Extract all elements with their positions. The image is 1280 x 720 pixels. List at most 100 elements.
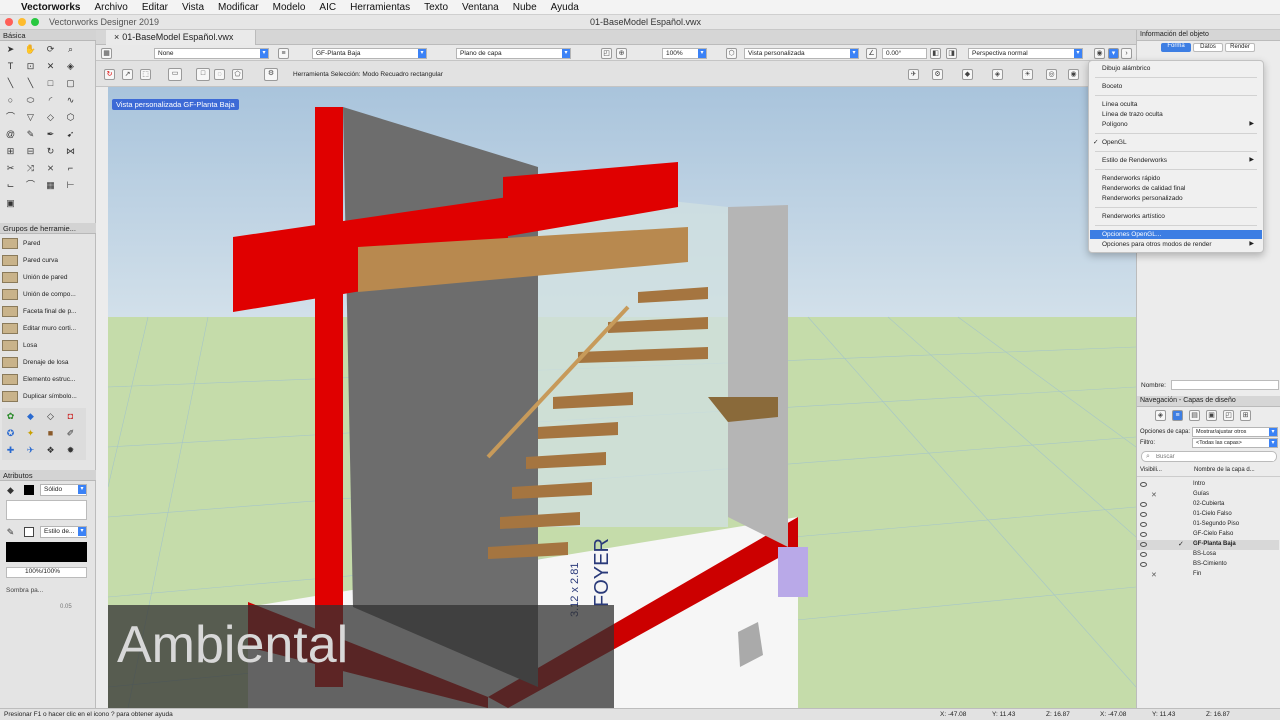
render-dropdown-icon[interactable]: ◉ xyxy=(1094,48,1105,59)
landscape-icon[interactable]: ✪ xyxy=(4,427,17,440)
rotate-mode-icon[interactable]: ↻ xyxy=(104,69,115,80)
menu-ventana[interactable]: Ventana xyxy=(455,2,506,13)
regular-polygon-tool-icon[interactable]: ⬡ xyxy=(64,111,77,124)
layers-tab-icon[interactable]: ≡ xyxy=(1172,410,1183,421)
lasso-icon[interactable]: ◌ xyxy=(214,69,225,80)
zoom-tool-icon[interactable]: ⌕ xyxy=(64,43,77,56)
double-line-tool-icon[interactable]: ╲ xyxy=(24,77,37,90)
tool-pared[interactable]: Pared xyxy=(2,235,88,251)
flyover-tool-icon[interactable]: ⟳ xyxy=(44,43,57,56)
render-dropdown-arrow-icon[interactable]: ▾ xyxy=(1108,48,1119,59)
menu-editar[interactable]: Editar xyxy=(135,2,175,13)
menu-nube[interactable]: Nube xyxy=(506,2,544,13)
plumbing-icon[interactable]: ✈ xyxy=(24,444,37,457)
split-tool-icon[interactable]: ⊟ xyxy=(24,145,37,158)
reshape-tool-icon[interactable]: ➹ xyxy=(64,128,77,141)
menu-item-19[interactable]: Opciones para otros modos de render ▶ xyxy=(1090,240,1262,249)
light-icon[interactable]: ☀ xyxy=(1022,69,1033,80)
gear-tool-icon[interactable]: ✹ xyxy=(64,444,77,457)
opacity-field[interactable]: 100%/100% xyxy=(6,567,87,578)
mirror-tool-icon[interactable]: ⊞ xyxy=(4,145,17,158)
tab-forma[interactable]: Forma xyxy=(1161,43,1191,52)
references-tab-icon[interactable]: ⊞ xyxy=(1240,410,1251,421)
pick-mode-icon[interactable]: ↗ xyxy=(122,69,133,80)
visible-eye-icon[interactable] xyxy=(1140,482,1147,487)
name-field[interactable] xyxy=(1171,380,1279,390)
menu-modelo[interactable]: Modelo xyxy=(266,2,313,13)
menu-item-8[interactable]: ✓ OpenGL xyxy=(1090,138,1262,147)
projection-select[interactable]: Perspectiva normal ▾ xyxy=(968,48,1083,59)
classes-tab-icon[interactable]: ◈ xyxy=(1155,410,1166,421)
fill-color-swatch[interactable] xyxy=(24,485,34,495)
tool-muro-cortina[interactable]: Editar muro corti... xyxy=(2,320,88,336)
box-mode-icon[interactable]: □ xyxy=(196,68,210,81)
callout-tool-icon[interactable]: ⊡ xyxy=(24,60,37,73)
angle-icon[interactable]: ∠ xyxy=(866,48,877,59)
camera-icon[interactable]: ◎ xyxy=(1046,69,1057,80)
water-icon[interactable]: ◆ xyxy=(24,410,37,423)
visible-eye-icon[interactable] xyxy=(1140,502,1147,507)
visible-eye-icon[interactable] xyxy=(1140,532,1147,537)
menu-modificar[interactable]: Modificar xyxy=(211,2,266,13)
menu-vista[interactable]: Vista xyxy=(175,2,211,13)
search-input[interactable] xyxy=(1156,453,1274,461)
curve-tool-icon[interactable]: ⌒ xyxy=(24,179,37,192)
rotate-tool-icon[interactable]: ↻ xyxy=(44,145,57,158)
layer-row[interactable] xyxy=(1137,570,1279,580)
zoom-icon[interactable]: ⊕ xyxy=(616,48,627,59)
pen-color-swatch[interactable] xyxy=(24,527,34,537)
close-tab-icon[interactable]: × xyxy=(114,32,119,42)
class-select[interactable]: None ▾ xyxy=(154,48,269,59)
plane-icon[interactable]: ◆ xyxy=(962,69,973,80)
lasso-mode-icon[interactable]: ⬚ xyxy=(140,69,151,80)
menu-app[interactable]: Vectorworks xyxy=(14,2,87,13)
filter-select[interactable]: <Todas las capas> ▾ xyxy=(1192,438,1278,448)
menu-item-13[interactable]: Renderworks de calidad final xyxy=(1090,184,1262,193)
layer-plane-select[interactable]: Plano de capa ▾ xyxy=(456,48,571,59)
rectangle-mode-icon[interactable]: ▭ xyxy=(168,68,182,81)
flyover-icon[interactable]: ✈ xyxy=(908,69,919,80)
gear-icon[interactable]: ⚙ xyxy=(932,69,943,80)
spiral-tool-icon[interactable]: @ xyxy=(4,128,17,141)
lighting-icon[interactable]: ✦ xyxy=(24,427,37,440)
connect-tool-icon[interactable]: ⨯ xyxy=(44,162,57,175)
menu-item-5[interactable]: Línea de trazo oculta xyxy=(1090,110,1262,119)
oval-tool-icon[interactable]: ⬭ xyxy=(24,94,37,107)
tool-elemento[interactable]: Elemento estruc... xyxy=(2,371,88,387)
visible-eye-icon[interactable] xyxy=(1140,512,1147,517)
polygon-icon[interactable]: ⬠ xyxy=(232,69,243,80)
menu-ayuda[interactable]: Ayuda xyxy=(544,2,586,13)
text-tool-icon[interactable]: T xyxy=(4,60,17,73)
saved-views-tab-icon[interactable]: ◰ xyxy=(1223,410,1234,421)
furniture-icon[interactable]: ■ xyxy=(44,427,57,440)
layer-row[interactable] xyxy=(1137,480,1279,490)
line-style-select[interactable]: Estilo de... ▾ xyxy=(40,526,87,538)
menu-item-4[interactable]: Línea oculta xyxy=(1090,100,1262,109)
menu-item-18[interactable]: Opciones OpenGL... xyxy=(1090,230,1262,239)
tab-render[interactable]: Render xyxy=(1225,43,1255,52)
dims-icon[interactable]: ✐ xyxy=(64,427,77,440)
hidden-x-icon[interactable]: ✕ xyxy=(1151,571,1157,579)
double-polygon-tool-icon[interactable]: ◇ xyxy=(44,111,57,124)
menu-item-14[interactable]: Renderworks personalizado xyxy=(1090,194,1262,203)
symbol-tool-icon[interactable]: ◈ xyxy=(64,60,77,73)
dimension-tool-icon[interactable]: ✕ xyxy=(44,60,57,73)
tool-drenaje[interactable]: Drenaje de losa xyxy=(2,354,88,370)
grid-tool-icon[interactable]: ▦ xyxy=(44,179,57,192)
building-icon[interactable]: ◇ xyxy=(44,410,57,423)
class-icon[interactable]: ▦ xyxy=(101,48,112,59)
menu-aic[interactable]: AIC xyxy=(312,2,343,13)
angle-field[interactable]: 0.00° xyxy=(882,48,927,59)
menu-item-6[interactable]: Polígono ▶ xyxy=(1090,120,1262,129)
menu-archivo[interactable]: Archivo xyxy=(87,2,134,13)
viewports-tab-icon[interactable]: ▣ xyxy=(1206,410,1217,421)
rectangle-tool-icon[interactable]: □ xyxy=(44,77,57,90)
measure-tool-icon[interactable]: ⊢ xyxy=(64,179,77,192)
preferences-icon[interactable]: ⚙ xyxy=(264,68,278,81)
render-mode-2-icon[interactable]: ◨ xyxy=(946,48,957,59)
polygon-tool-icon[interactable]: ▽ xyxy=(24,111,37,124)
tool-union-pared[interactable]: Unión de pared xyxy=(2,269,88,285)
close-window-icon[interactable] xyxy=(5,18,13,26)
selection-tool-icon[interactable]: ➤ xyxy=(4,43,17,56)
fillet-tool-icon[interactable]: ⌐ xyxy=(64,162,77,175)
